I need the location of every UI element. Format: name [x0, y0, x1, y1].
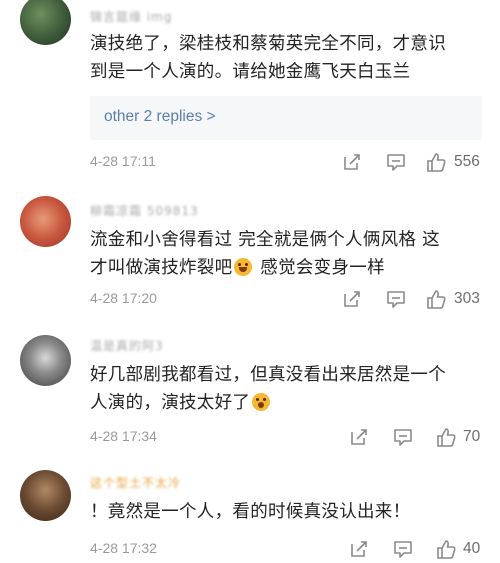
- comment-text-line: ！竟然是一个人，看的时候真没认出来！: [90, 502, 411, 522]
- like-count: 40: [463, 540, 481, 557]
- comment-icon[interactable]: [392, 538, 414, 560]
- thumbs-up-icon[interactable]: [425, 288, 447, 310]
- like-count: 70: [463, 428, 481, 445]
- share-icon[interactable]: [348, 538, 370, 560]
- share-icon[interactable]: [348, 426, 370, 448]
- grinning-face-emoji-icon: [234, 258, 253, 276]
- avatar[interactable]: [20, 196, 71, 247]
- comment-text-segment: 人演的，演技太好了: [90, 393, 251, 413]
- username[interactable]: 温是真的阿3: [90, 337, 164, 354]
- comment-text-line: 人演的，演技太好了: [90, 389, 482, 417]
- like-count: 303: [454, 290, 480, 307]
- comment-time: 4-28 17:34: [90, 428, 157, 444]
- comment-text: 好几部剧我都看过，但真没看出来居然是一个 人演的，演技太好了: [90, 361, 482, 417]
- username[interactable]: 这个型土不太冷: [90, 474, 181, 491]
- comment-icon[interactable]: [385, 151, 407, 173]
- comment-icon[interactable]: [392, 426, 414, 448]
- comment-time: 4-28 17:20: [90, 290, 157, 306]
- comment-meta: 4-28 17:20 303: [90, 288, 490, 312]
- username[interactable]: 锦言筵缘 img: [90, 8, 172, 25]
- thumbs-up-icon[interactable]: [425, 151, 447, 173]
- comment-meta: 4-28 17:34 70: [90, 426, 490, 450]
- username[interactable]: 柳霜凉霜 509813: [90, 202, 199, 219]
- avatar[interactable]: [20, 0, 71, 45]
- comment-text-line: 流金和小舍得看过 完全就是俩个人俩风格 这: [90, 230, 440, 250]
- comment-icon[interactable]: [385, 288, 407, 310]
- screaming-face-emoji-icon: [252, 393, 271, 411]
- thumbs-up-icon[interactable]: [435, 538, 457, 560]
- comment-time: 4-28 17:11: [90, 153, 156, 169]
- comment-text: 演技绝了，梁桂枝和蔡菊英完全不同，才意识 到是一个人演的。请给她金鹰飞天白玉兰: [90, 30, 482, 86]
- comment-text-line: 才叫做演技炸裂吧 感觉会变身一样: [90, 254, 482, 282]
- more-replies-link[interactable]: other 2 replies >: [104, 108, 216, 126]
- comment-text-line: 到是一个人演的。请给她金鹰飞天白玉兰: [90, 62, 411, 82]
- comment-text-line: 演技绝了，梁桂枝和蔡菊英完全不同，才意识: [90, 34, 446, 54]
- comment-text-segment: 感觉会变身一样: [254, 258, 385, 278]
- avatar[interactable]: [20, 335, 71, 386]
- like-count: 556: [454, 153, 480, 170]
- comment-meta: 4-28 17:32 40: [90, 538, 490, 562]
- comment-text-segment: 才叫做演技炸裂吧: [90, 258, 233, 278]
- avatar[interactable]: [20, 470, 71, 521]
- more-replies-box[interactable]: other 2 replies >: [90, 96, 482, 140]
- comment-text: ！竟然是一个人，看的时候真没认出来！: [90, 498, 482, 526]
- comment-text: 流金和小舍得看过 完全就是俩个人俩风格 这 才叫做演技炸裂吧 感觉会变身一样: [90, 226, 482, 282]
- thumbs-up-icon[interactable]: [435, 426, 457, 448]
- share-icon[interactable]: [341, 288, 363, 310]
- comment-time: 4-28 17:32: [90, 540, 157, 556]
- comment-text-line: 好几部剧我都看过，但真没看出来居然是一个: [90, 365, 446, 385]
- share-icon[interactable]: [341, 151, 363, 173]
- comment-meta: 4-28 17:11 556: [90, 151, 490, 175]
